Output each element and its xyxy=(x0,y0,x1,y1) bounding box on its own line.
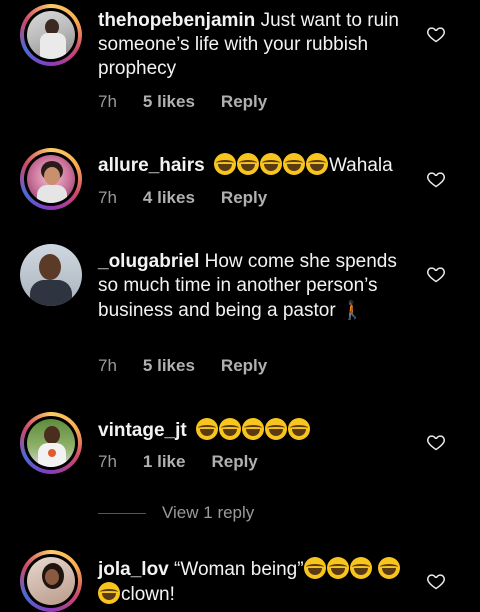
face-with-tears-of-joy-emoji xyxy=(303,557,326,579)
face-with-tears-of-joy-emoji xyxy=(236,153,259,175)
comment-meta: 7h 1 like Reply xyxy=(98,452,284,472)
face-with-tears-of-joy-emoji xyxy=(349,557,372,579)
avatar xyxy=(27,419,75,467)
avatar xyxy=(27,11,75,59)
likes-count[interactable]: 4 likes xyxy=(143,188,195,207)
heart-outline-icon[interactable] xyxy=(426,432,446,452)
comment-username[interactable]: thehopebenjamin xyxy=(98,10,255,31)
avatar-story-ring[interactable] xyxy=(20,550,82,612)
heart-outline-icon[interactable] xyxy=(426,24,446,44)
heart-outline-icon[interactable] xyxy=(426,264,446,284)
heart-outline-icon[interactable] xyxy=(426,571,446,591)
comment-time: 7h xyxy=(98,188,117,207)
comment-username[interactable]: vintage_jt xyxy=(98,420,187,441)
face-with-tears-of-joy-emoji xyxy=(282,153,305,175)
face-with-tears-of-joy-emoji xyxy=(213,153,236,175)
reply-button[interactable]: Reply xyxy=(221,92,267,111)
comment-username[interactable]: allure_hairs xyxy=(98,155,205,176)
comment-text: thehopebenjamin Just want to ruin someon… xyxy=(98,9,416,81)
view-replies-label: View 1 reply xyxy=(162,503,255,522)
face-with-tears-of-joy-emoji xyxy=(195,418,218,440)
avatar xyxy=(27,155,75,203)
avatar-wrapper[interactable] xyxy=(20,244,82,306)
view-replies-divider xyxy=(98,512,146,514)
comment-time: 7h xyxy=(98,356,117,375)
comment-body-end: clown! xyxy=(121,584,175,605)
heart-outline-icon[interactable] xyxy=(426,169,446,189)
face-with-tears-of-joy-emoji xyxy=(241,418,264,440)
comment-time: 7h xyxy=(98,92,117,111)
avatar xyxy=(27,557,75,605)
likes-count[interactable]: 5 likes xyxy=(143,92,195,111)
view-replies-button[interactable]: View 1 reply xyxy=(98,503,254,523)
comment-username[interactable]: _olugabriel xyxy=(98,251,199,272)
comment-time: 7h xyxy=(98,452,117,471)
face-with-tears-of-joy-emoji xyxy=(264,418,287,440)
avatar-story-ring[interactable] xyxy=(20,4,82,66)
face-with-tears-of-joy-emoji xyxy=(98,582,120,604)
comment-text: _olugabriel How come she spends so much … xyxy=(98,250,416,323)
likes-count[interactable]: 1 like xyxy=(143,452,186,471)
face-with-tears-of-joy-emoji xyxy=(326,557,349,579)
avatar-story-ring[interactable] xyxy=(20,412,82,474)
reply-button[interactable]: Reply xyxy=(221,356,267,375)
avatar-story-ring[interactable] xyxy=(20,148,82,210)
reply-button[interactable]: Reply xyxy=(211,452,257,471)
comment-body: “Woman being” xyxy=(168,559,304,580)
comment-body: Wahala xyxy=(328,155,393,176)
comment-meta: 7h 5 likes Reply xyxy=(98,356,293,376)
reply-button[interactable]: Reply xyxy=(221,188,267,207)
comment-text: allure_hairs Wahala xyxy=(98,153,416,178)
comment-meta: 7h 4 likes Reply xyxy=(98,188,293,208)
comment-text: jola_lov “Woman being” clown! xyxy=(98,557,416,607)
comment-meta: 7h 5 likes Reply xyxy=(98,92,293,112)
comment-text: vintage_jt xyxy=(98,418,416,443)
face-with-tears-of-joy-emoji xyxy=(377,557,400,579)
face-with-tears-of-joy-emoji xyxy=(287,418,310,440)
face-with-tears-of-joy-emoji xyxy=(305,153,328,175)
comment-username[interactable]: jola_lov xyxy=(98,559,169,580)
face-with-tears-of-joy-emoji xyxy=(259,153,282,175)
likes-count[interactable]: 5 likes xyxy=(143,356,195,375)
avatar xyxy=(20,244,82,306)
face-with-tears-of-joy-emoji xyxy=(218,418,241,440)
person-walking-emoji: 🚶🏿 xyxy=(340,300,364,320)
